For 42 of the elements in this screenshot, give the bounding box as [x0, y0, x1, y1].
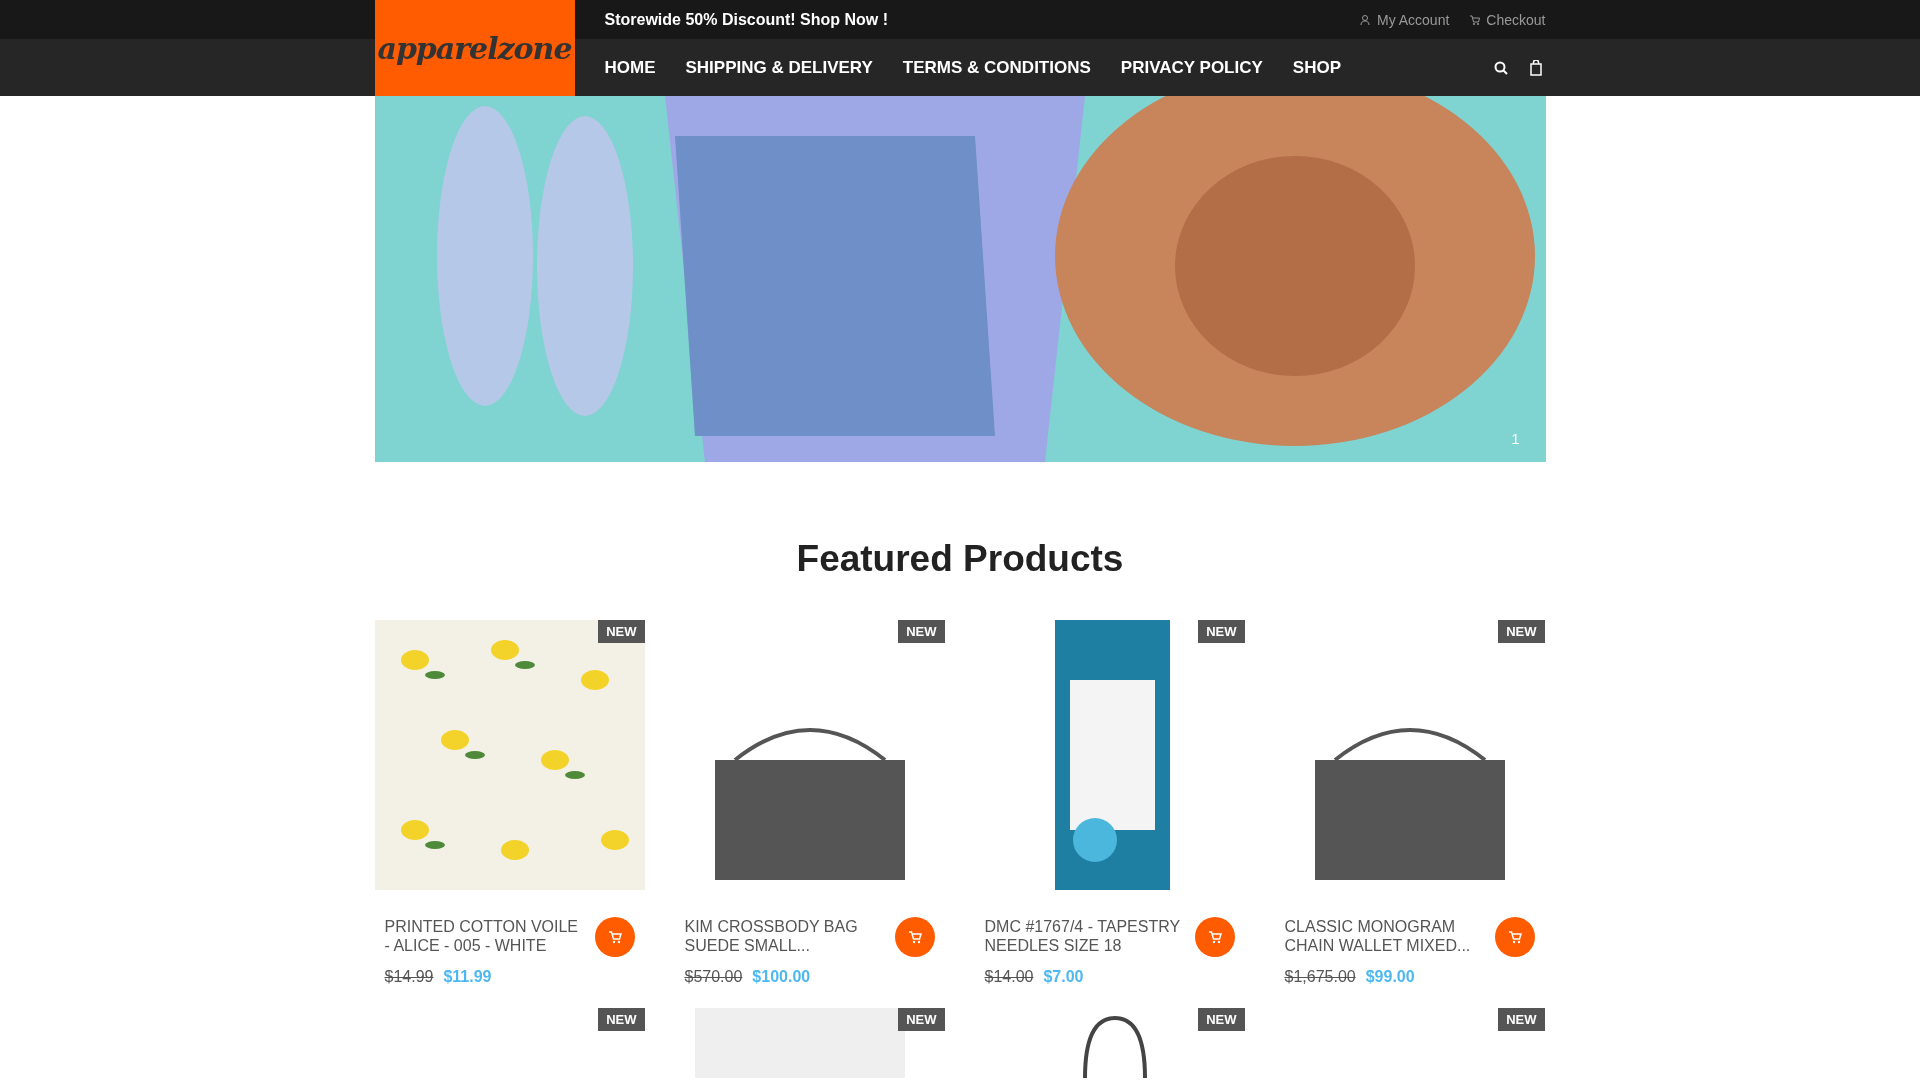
sale-price: $99.00	[1365, 968, 1415, 986]
cart-icon	[1507, 930, 1522, 944]
nav-link[interactable]: PRIVACY POLICY	[1120, 57, 1263, 78]
nav-link[interactable]: TERMS & CONDITIONS	[902, 57, 1091, 78]
my-account-link[interactable]: My Account	[1359, 11, 1450, 28]
old-price: $14.00	[984, 968, 1034, 986]
checkout-link[interactable]: Checkout	[1469, 11, 1546, 28]
new-badge: NEW	[598, 620, 645, 643]
nav-link[interactable]: SHOP	[1292, 57, 1341, 78]
new-badge: NEW	[1198, 620, 1245, 643]
add-to-cart-button[interactable]	[594, 917, 635, 957]
cart-icon	[1469, 13, 1481, 26]
product-name-link[interactable]: KIM CROSSBODY BAG SUEDE SMALL...	[684, 917, 885, 955]
cart-icon	[1207, 930, 1222, 944]
product-name-link[interactable]: CLASSIC MONOGRAM CHAIN WALLET MIXED...	[1284, 917, 1485, 955]
add-to-cart-button[interactable]	[1494, 917, 1535, 957]
nav-link[interactable]: SHIPPING & DELIVERY	[685, 57, 873, 78]
new-badge: NEW	[1498, 620, 1545, 643]
add-to-cart-button[interactable]	[894, 917, 935, 957]
old-price: $570.00	[684, 968, 743, 986]
new-badge: NEW	[1198, 1008, 1245, 1031]
product-name-link[interactable]: DMC #1767/4 - TAPESTRY NEEDLES SIZE 18	[984, 917, 1185, 955]
nav-link[interactable]: HOME	[604, 57, 656, 78]
add-to-cart-button[interactable]	[1194, 917, 1235, 957]
sale-price: $11.99	[443, 968, 492, 986]
old-price: $1,675.00	[1284, 968, 1356, 986]
search-icon[interactable]	[1493, 60, 1508, 75]
cart-icon	[907, 930, 922, 944]
logo[interactable]: apparelzone	[374, 0, 575, 96]
cart-icon	[607, 930, 622, 944]
bag-icon[interactable]	[1529, 59, 1542, 76]
new-badge: NEW	[1498, 1008, 1545, 1031]
promo-text: Storewide 50% Discount! Shop Now !	[604, 10, 889, 29]
new-badge: NEW	[598, 1008, 645, 1031]
sale-price: $100.00	[752, 968, 811, 986]
new-badge: NEW	[898, 1008, 945, 1031]
old-price: $14.99	[384, 968, 434, 986]
new-badge: NEW	[898, 620, 945, 643]
product-name-link[interactable]: PRINTED COTTON VOILE - ALICE - 005 - WHITE	[384, 917, 585, 955]
user-icon	[1359, 13, 1371, 26]
sale-price: $7.00	[1043, 968, 1084, 986]
section-title: Featured Products	[795, 538, 1125, 580]
